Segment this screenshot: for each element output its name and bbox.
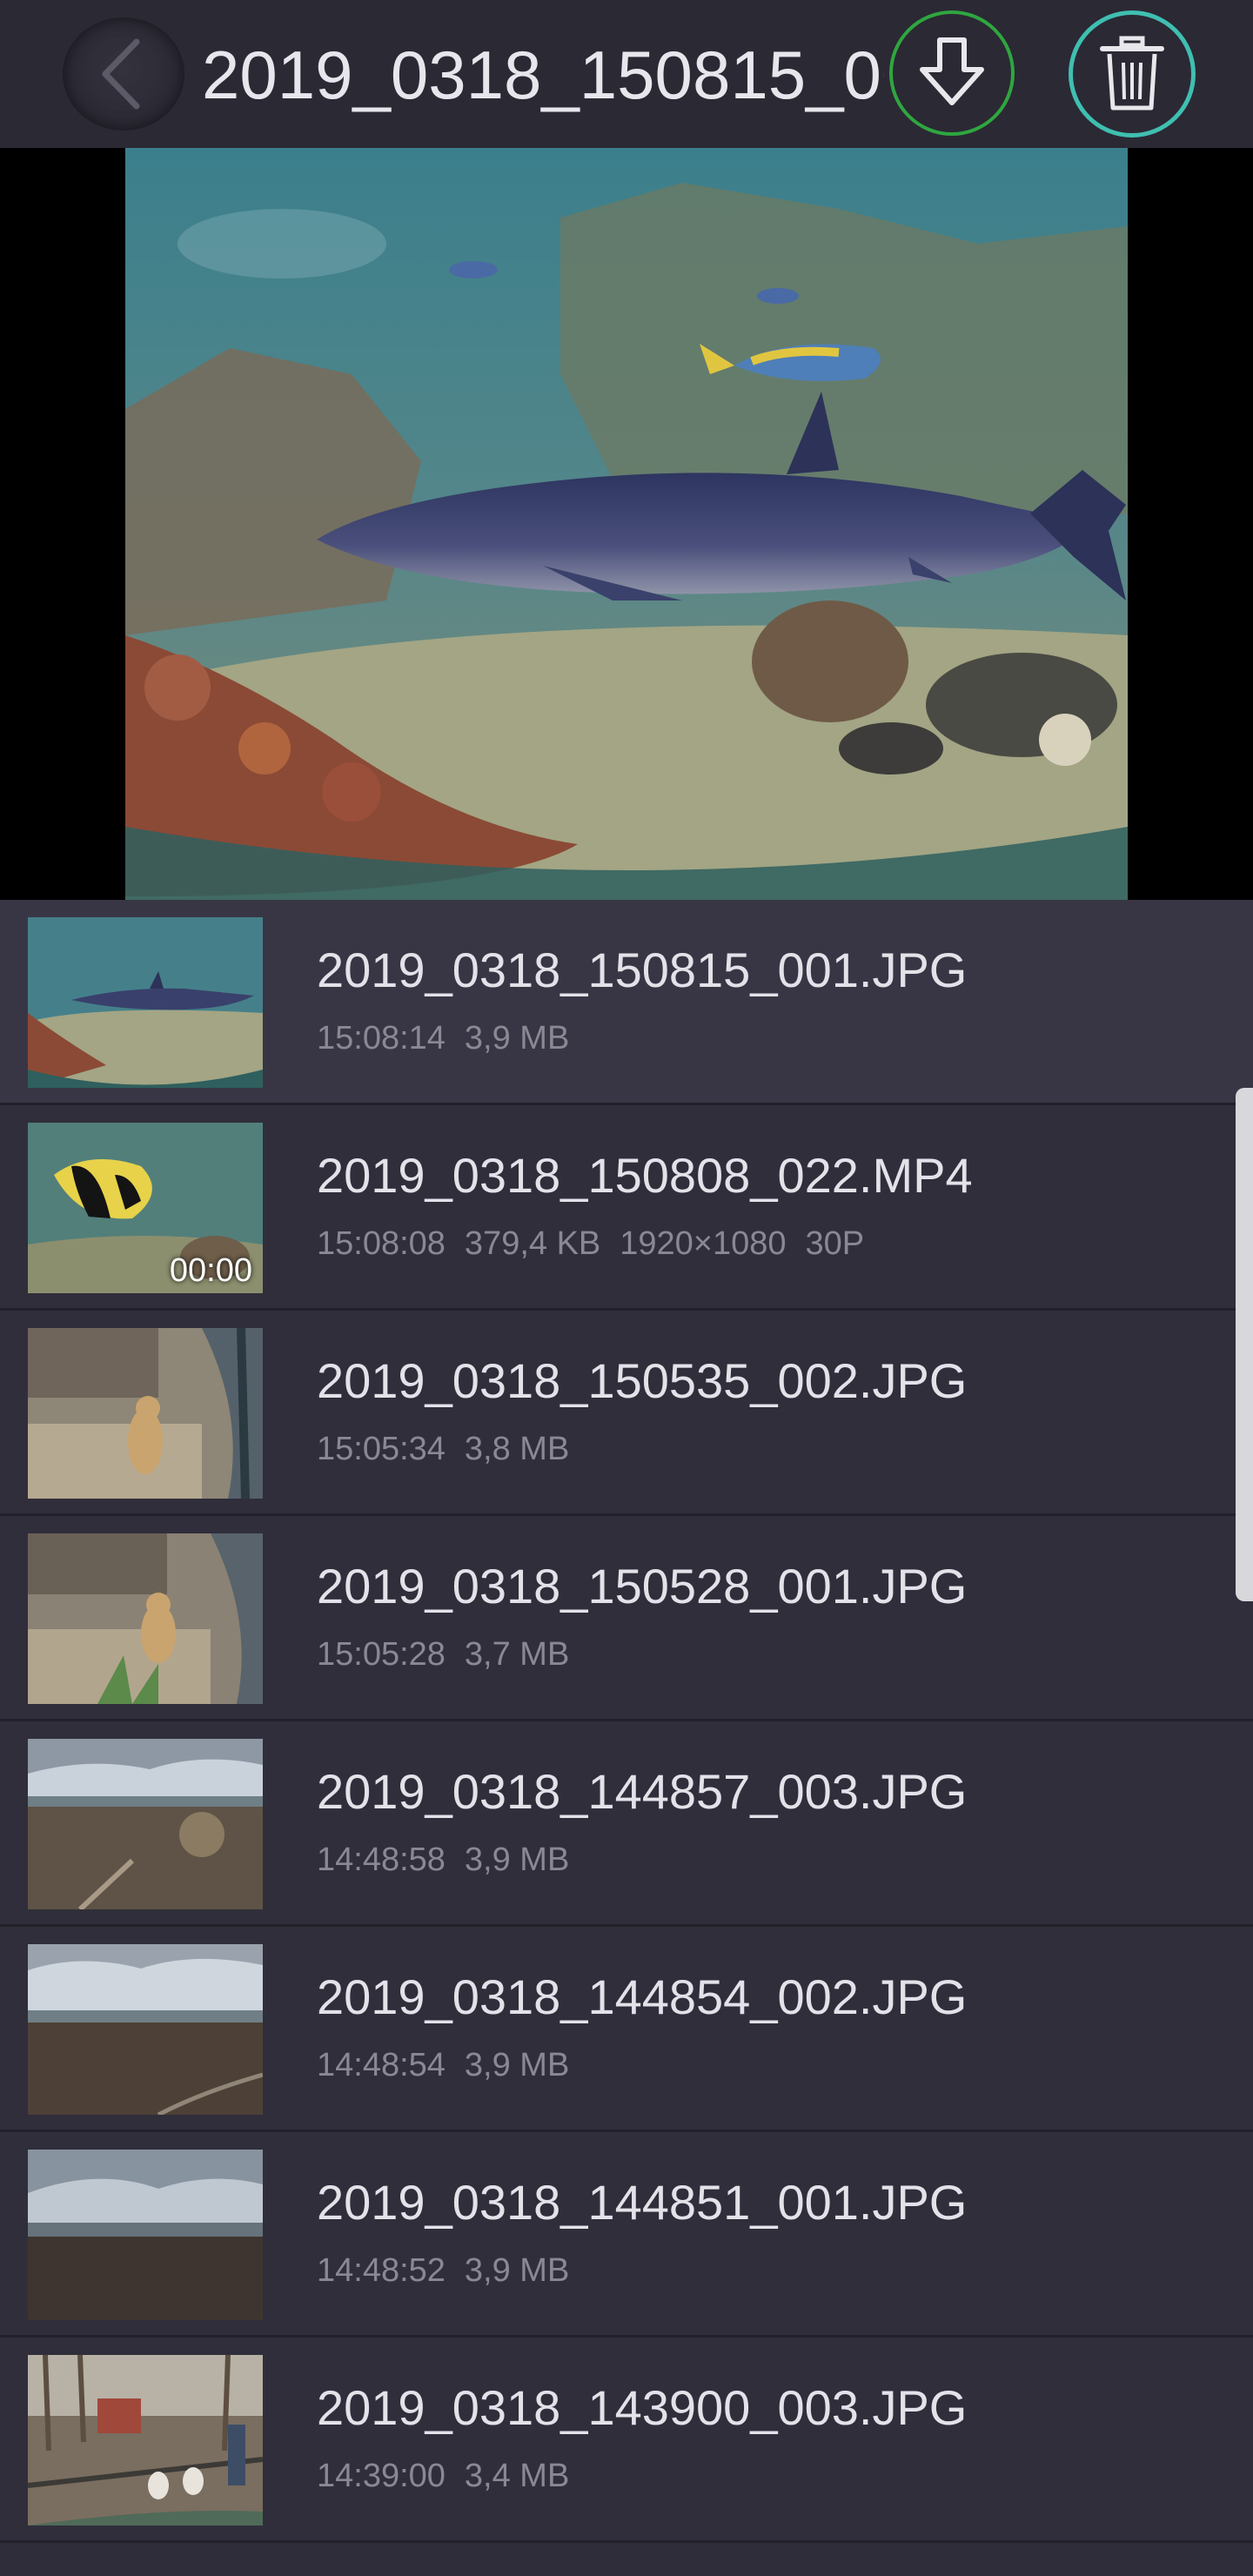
file-size: 3,9 MB <box>464 1020 570 1057</box>
file-meta: 15:05:28 3,7 MB <box>317 1636 588 1674</box>
file-time: 15:08:08 <box>317 1225 446 1262</box>
file-name: 2019_0318_144854_002.JPG <box>317 1969 968 2024</box>
scrollbar-thumb[interactable] <box>1236 1088 1253 1601</box>
video-duration: 00:00 <box>169 1252 252 1289</box>
list-item[interactable]: 2019_0318_144851_001.JPG 14:48:52 3,9 MB <box>0 2132 1253 2338</box>
file-time: 15:05:34 <box>317 1431 446 1467</box>
download-button[interactable] <box>889 10 1015 136</box>
thumbnail <box>28 917 263 1088</box>
file-size: 3,4 MB <box>464 2458 570 2494</box>
file-name: 2019_0318_144857_003.JPG <box>317 1764 968 1819</box>
video-fps: 30P <box>805 1225 865 1262</box>
file-size: 3,7 MB <box>464 1636 570 1673</box>
thumbnail <box>28 2150 263 2320</box>
image-preview[interactable] <box>0 148 1253 900</box>
back-button[interactable] <box>63 17 184 131</box>
file-size: 3,9 MB <box>464 2252 570 2289</box>
file-time: 15:08:14 <box>317 1020 446 1057</box>
list-item[interactable]: 2019_0318_150535_002.JPG 15:05:34 3,8 MB <box>0 1311 1253 1516</box>
file-name: 2019_0318_150528_001.JPG <box>317 1559 968 1613</box>
list-item[interactable]: 2019_0318_150815_001.JPG 15:08:14 3,9 MB <box>0 900 1253 1105</box>
file-time: 14:48:52 <box>317 2252 446 2289</box>
top-bar: 2019_0318_150815_001.JPG <box>0 0 1253 148</box>
file-meta: 15:08:08 379,4 KB 1920×1080 30P <box>317 1225 883 1263</box>
shark-aquarium-photo <box>125 148 1128 900</box>
file-size: 3,8 MB <box>464 1431 570 1467</box>
file-name: 2019_0318_150535_002.JPG <box>317 1353 968 1408</box>
thumbnail <box>28 1533 263 1704</box>
file-name: 2019_0318_143900_003.JPG <box>317 2380 968 2435</box>
file-list: 2019_0318_150815_001.JPG 15:08:14 3,9 MB … <box>0 900 1253 2543</box>
list-item[interactable]: 2019_0318_150528_001.JPG 15:05:28 3,7 MB <box>0 1516 1253 1721</box>
file-size: 3,9 MB <box>464 1841 570 1878</box>
file-meta: 14:48:54 3,9 MB <box>317 2047 588 2084</box>
trash-icon <box>1100 36 1164 111</box>
chevron-left-icon <box>102 38 140 110</box>
file-meta: 15:08:14 3,9 MB <box>317 1020 588 1057</box>
file-name: 2019_0318_150808_022.MP4 <box>317 1148 973 1203</box>
thumbnail <box>28 1328 263 1499</box>
file-time: 14:48:54 <box>317 2047 446 2083</box>
file-time: 14:39:00 <box>317 2458 446 2494</box>
file-name: 2019_0318_144851_001.JPG <box>317 2175 968 2230</box>
download-arrow-icon <box>920 37 984 105</box>
file-time: 14:48:58 <box>317 1841 446 1878</box>
list-item[interactable]: 00:00 2019_0318_150808_022.MP4 15:08:08 3… <box>0 1105 1253 1311</box>
thumbnail <box>28 1944 263 2115</box>
list-item[interactable]: 2019_0318_144854_002.JPG 14:48:54 3,9 MB <box>0 1927 1253 2132</box>
page-title: 2019_0318_150815_001.JPG <box>202 37 884 113</box>
thumbnail <box>28 1739 263 1909</box>
file-time: 15:05:28 <box>317 1636 446 1673</box>
thumbnail <box>28 2355 263 2526</box>
thumbnail: 00:00 <box>28 1123 263 1293</box>
file-size: 3,9 MB <box>464 2047 570 2083</box>
file-size: 379,4 KB <box>464 1225 601 1262</box>
file-name: 2019_0318_150815_001.JPG <box>317 943 968 997</box>
list-item[interactable]: 2019_0318_143900_003.JPG 14:39:00 3,4 MB <box>0 2338 1253 2543</box>
file-meta: 14:48:58 3,9 MB <box>317 1841 588 1879</box>
delete-button[interactable] <box>1069 10 1196 138</box>
file-meta: 14:48:52 3,9 MB <box>317 2252 588 2290</box>
list-item[interactable]: 2019_0318_144857_003.JPG 14:48:58 3,9 MB <box>0 1721 1253 1927</box>
file-meta: 15:05:34 3,8 MB <box>317 1431 588 1468</box>
video-resolution: 1920×1080 <box>620 1225 787 1262</box>
file-meta: 14:39:00 3,4 MB <box>317 2458 588 2495</box>
